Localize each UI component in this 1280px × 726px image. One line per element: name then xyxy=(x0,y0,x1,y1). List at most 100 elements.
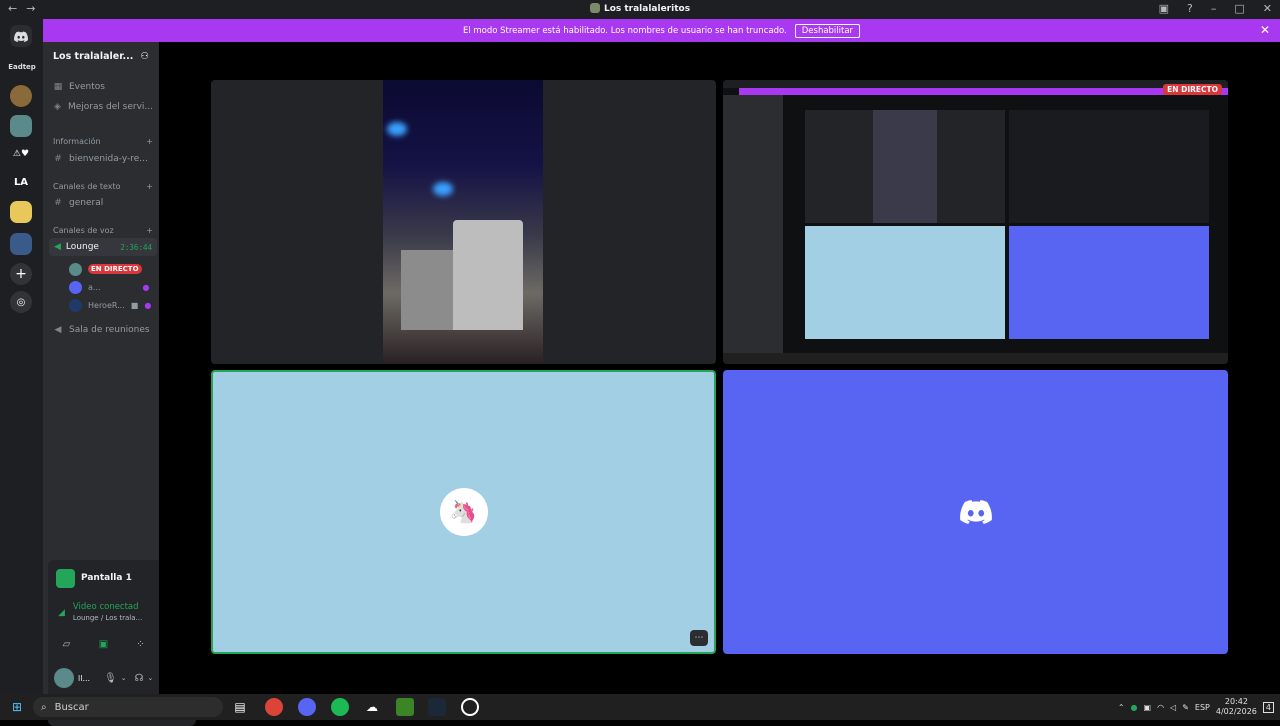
server-header[interactable]: Los tralalaler... ⚇ xyxy=(43,42,159,70)
server-avatar-1[interactable] xyxy=(10,85,32,107)
more-options-button[interactable]: ⋯ xyxy=(690,630,708,646)
wifi-icon[interactable]: ◠ xyxy=(1157,703,1164,712)
camera-off-icon[interactable]: ▱ xyxy=(56,635,78,653)
mini-titlebar xyxy=(723,80,1228,88)
folder-icon[interactable] xyxy=(10,201,32,223)
chevron-down-icon[interactable]: ⌄ xyxy=(121,674,127,682)
screen-share-icon[interactable]: ▣ xyxy=(93,635,115,653)
signal-icon: ◢ xyxy=(58,608,65,618)
police-light xyxy=(387,122,407,136)
tray-app-icon[interactable]: ▣ xyxy=(1144,703,1152,712)
mini-banner xyxy=(739,88,1228,95)
headset-icon: ● xyxy=(144,300,152,310)
pen-icon[interactable]: ✎ xyxy=(1182,703,1189,712)
headset-icon: ● xyxy=(142,282,150,292)
category-info-label: Información xyxy=(53,137,101,146)
avatar xyxy=(69,298,82,312)
explore-icon[interactable]: ◎ xyxy=(10,291,32,313)
connection-sub[interactable]: Lounge / Los trala... xyxy=(73,613,142,624)
user-tile-avatar[interactable]: 🦄 ⋯ xyxy=(211,370,716,654)
server-name: Los tralalaler... xyxy=(53,50,134,62)
discord-taskbar-icon[interactable] xyxy=(298,698,316,716)
voice-channel-meeting[interactable]: ◀ Sala de reuniones xyxy=(53,325,153,335)
voice-channel-lounge[interactable]: ◀ Lounge 2:36:44 xyxy=(49,238,157,256)
stream-tile-video[interactable] xyxy=(211,80,716,364)
minecraft-icon[interactable] xyxy=(396,698,414,716)
voice-user-2[interactable]: a... ● xyxy=(69,280,150,294)
add-channel-icon[interactable]: + xyxy=(146,226,153,235)
taskbar-search[interactable]: ⌕ Buscar xyxy=(33,697,223,717)
meeting-label: Sala de reuniones xyxy=(69,325,150,335)
voice-user-1[interactable]: EN DIRECTO xyxy=(69,262,142,276)
chrome-icon[interactable] xyxy=(265,698,283,716)
add-channel-icon[interactable]: + xyxy=(146,137,153,146)
system-tray: ⌃ ● ▣ ◠ ◁ ✎ ESP 20:42 4/02/2026 4 xyxy=(1118,697,1274,717)
volume-icon[interactable]: ◁ xyxy=(1170,703,1176,712)
channel-general-label: general xyxy=(69,198,104,208)
clock[interactable]: 20:42 4/02/2026 xyxy=(1216,697,1257,717)
sidebar-item-boosts[interactable]: ◈ Mejoras del servi... xyxy=(53,102,153,112)
add-server-icon[interactable]: + xyxy=(10,263,32,285)
search-label: Buscar xyxy=(54,701,89,713)
close-window-icon[interactable]: ✕ xyxy=(1263,2,1272,15)
server-folder-group[interactable] xyxy=(10,233,32,255)
activities-icon[interactable]: ⁘ xyxy=(130,635,152,653)
add-channel-icon[interactable]: + xyxy=(146,182,153,191)
banner-close-icon[interactable]: ✕ xyxy=(1260,23,1270,37)
channel-sidebar: Los tralalaler... ⚇ ▦ Eventos ◈ Mejoras de… xyxy=(43,42,196,726)
category-text[interactable]: Canales de texto + xyxy=(53,182,153,191)
inbox-icon[interactable]: ▣ xyxy=(1159,2,1169,15)
chevron-down-icon[interactable]: ⌄ xyxy=(148,674,154,682)
screen-share-preview xyxy=(723,80,1228,364)
channel-general[interactable]: # general xyxy=(53,198,153,208)
live-tag: EN DIRECTO xyxy=(1163,84,1222,95)
invite-icon[interactable]: ⚇ xyxy=(140,51,149,62)
user-tile-discord[interactable] xyxy=(723,370,1228,654)
speaker-icon: ◀ xyxy=(54,242,61,252)
maximize-icon[interactable]: □ xyxy=(1234,2,1244,15)
tray-app-icon[interactable]: ● xyxy=(1131,703,1138,712)
channel-welcome[interactable]: # bienvenida-y-re... xyxy=(53,154,153,164)
title-bar: ← → Los tralalaleritos ▣ ? – □ ✕ xyxy=(0,0,1280,19)
help-icon[interactable]: ? xyxy=(1187,2,1193,15)
server-rail: Eadtep ⚠♥ LA + ◎ xyxy=(0,19,43,694)
category-text-label: Canales de texto xyxy=(53,182,121,191)
mini-tile-avatar xyxy=(805,226,1005,339)
windows-start-icon[interactable]: ⊞ xyxy=(8,698,26,716)
task-view-icon[interactable]: ▤ xyxy=(231,698,249,716)
server-avatar-2[interactable] xyxy=(10,115,32,137)
stream-tile-screen[interactable]: EN DIRECTO xyxy=(723,80,1228,364)
voice-user-3[interactable]: HeroeR... ■ ● xyxy=(69,298,151,312)
steelseries-icon[interactable] xyxy=(461,698,479,716)
disable-streamer-button[interactable]: Deshabilitar xyxy=(794,23,861,38)
category-voice[interactable]: Canales de voz + xyxy=(53,226,153,235)
boost-icon: ◈ xyxy=(54,102,61,112)
discord-home-icon[interactable] xyxy=(10,25,32,47)
discord-logo-icon xyxy=(959,500,992,524)
mic-icon[interactable]: 🎙︎ xyxy=(104,673,117,684)
headphones-icon[interactable]: ☊ xyxy=(135,673,144,684)
language-indicator[interactable]: ESP xyxy=(1195,703,1210,712)
mini-tile-screen xyxy=(1009,110,1209,223)
spotify-icon[interactable] xyxy=(331,698,349,716)
server-la[interactable]: LA xyxy=(10,171,32,193)
discord-window: ← → Los tralalaleritos ▣ ? – □ ✕ El modo… xyxy=(0,0,1280,726)
avatar xyxy=(69,262,82,276)
avatar xyxy=(69,280,82,294)
warning-heart-icon[interactable]: ⚠♥ xyxy=(10,143,32,165)
mini-sidebar xyxy=(723,95,783,357)
sidebar-item-events[interactable]: ▦ Eventos xyxy=(53,82,153,92)
cloud-icon[interactable]: ☁ xyxy=(363,698,381,716)
window-title-text: Los tralalaleritos xyxy=(603,4,691,14)
category-info[interactable]: Información + xyxy=(53,137,153,146)
avatar[interactable] xyxy=(54,668,74,688)
chevron-up-icon[interactable]: ⌃ xyxy=(1118,703,1125,712)
truck xyxy=(453,220,523,330)
lounge-label: Lounge xyxy=(65,242,99,252)
voice-user-name: a... xyxy=(88,282,101,292)
steam-icon[interactable] xyxy=(428,698,446,716)
clock-date: 4/02/2026 xyxy=(1215,707,1257,716)
speaker-icon: ◀ xyxy=(54,325,62,335)
minimize-icon[interactable]: – xyxy=(1211,2,1217,15)
notification-count[interactable]: 4 xyxy=(1262,701,1274,713)
